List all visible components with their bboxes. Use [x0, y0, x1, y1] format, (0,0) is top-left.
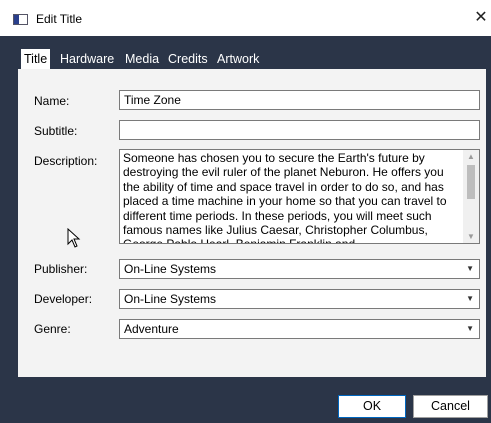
genre-select[interactable]: Adventure ▼ — [119, 319, 480, 339]
publisher-label: Publisher: — [34, 262, 88, 276]
mouse-cursor-icon — [67, 228, 81, 248]
description-textarea[interactable]: Someone has chosen you to secure the Ear… — [119, 149, 480, 244]
subtitle-label: Subtitle: — [34, 124, 78, 138]
name-label: Name: — [34, 94, 70, 108]
publisher-value: On-Line Systems — [124, 262, 217, 276]
developer-label: Developer: — [34, 292, 93, 306]
title-bar: Edit Title ✕ — [0, 0, 491, 36]
tab-title[interactable]: Title — [21, 49, 51, 70]
scroll-down-icon[interactable]: ▼ — [467, 232, 475, 241]
description-text: Someone has chosen you to secure the Ear… — [123, 151, 447, 243]
cancel-button[interactable]: Cancel — [413, 395, 488, 418]
name-field[interactable]: Time Zone — [119, 90, 480, 110]
close-icon[interactable]: ✕ — [472, 9, 490, 27]
tab-artwork[interactable]: Artwork — [217, 49, 259, 69]
chevron-down-icon: ▼ — [466, 294, 474, 303]
scroll-up-icon[interactable]: ▲ — [467, 152, 475, 161]
tab-credits[interactable]: Credits — [168, 49, 208, 69]
subtitle-field[interactable] — [119, 120, 480, 140]
developer-select[interactable]: On-Line Systems ▼ — [119, 289, 480, 309]
chevron-down-icon: ▼ — [466, 264, 474, 273]
tab-media[interactable]: Media — [125, 49, 159, 69]
window-title: Edit Title — [36, 12, 83, 26]
app-icon — [13, 14, 28, 25]
tab-hardware[interactable]: Hardware — [60, 49, 114, 69]
chevron-down-icon: ▼ — [466, 324, 474, 333]
edit-title-dialog: Edit Title ✕ Title Hardware Media Credit… — [0, 0, 491, 423]
ok-button[interactable]: OK — [338, 395, 406, 418]
title-tab-panel: Name: Time Zone Subtitle: Description: S… — [18, 69, 486, 377]
scrollbar-thumb[interactable] — [467, 165, 475, 199]
description-scrollbar[interactable]: ▲ ▼ — [463, 150, 479, 243]
description-label: Description: — [34, 154, 98, 168]
publisher-select[interactable]: On-Line Systems ▼ — [119, 259, 480, 279]
genre-value: Adventure — [124, 322, 179, 336]
developer-value: On-Line Systems — [124, 292, 217, 306]
genre-label: Genre: — [34, 322, 71, 336]
